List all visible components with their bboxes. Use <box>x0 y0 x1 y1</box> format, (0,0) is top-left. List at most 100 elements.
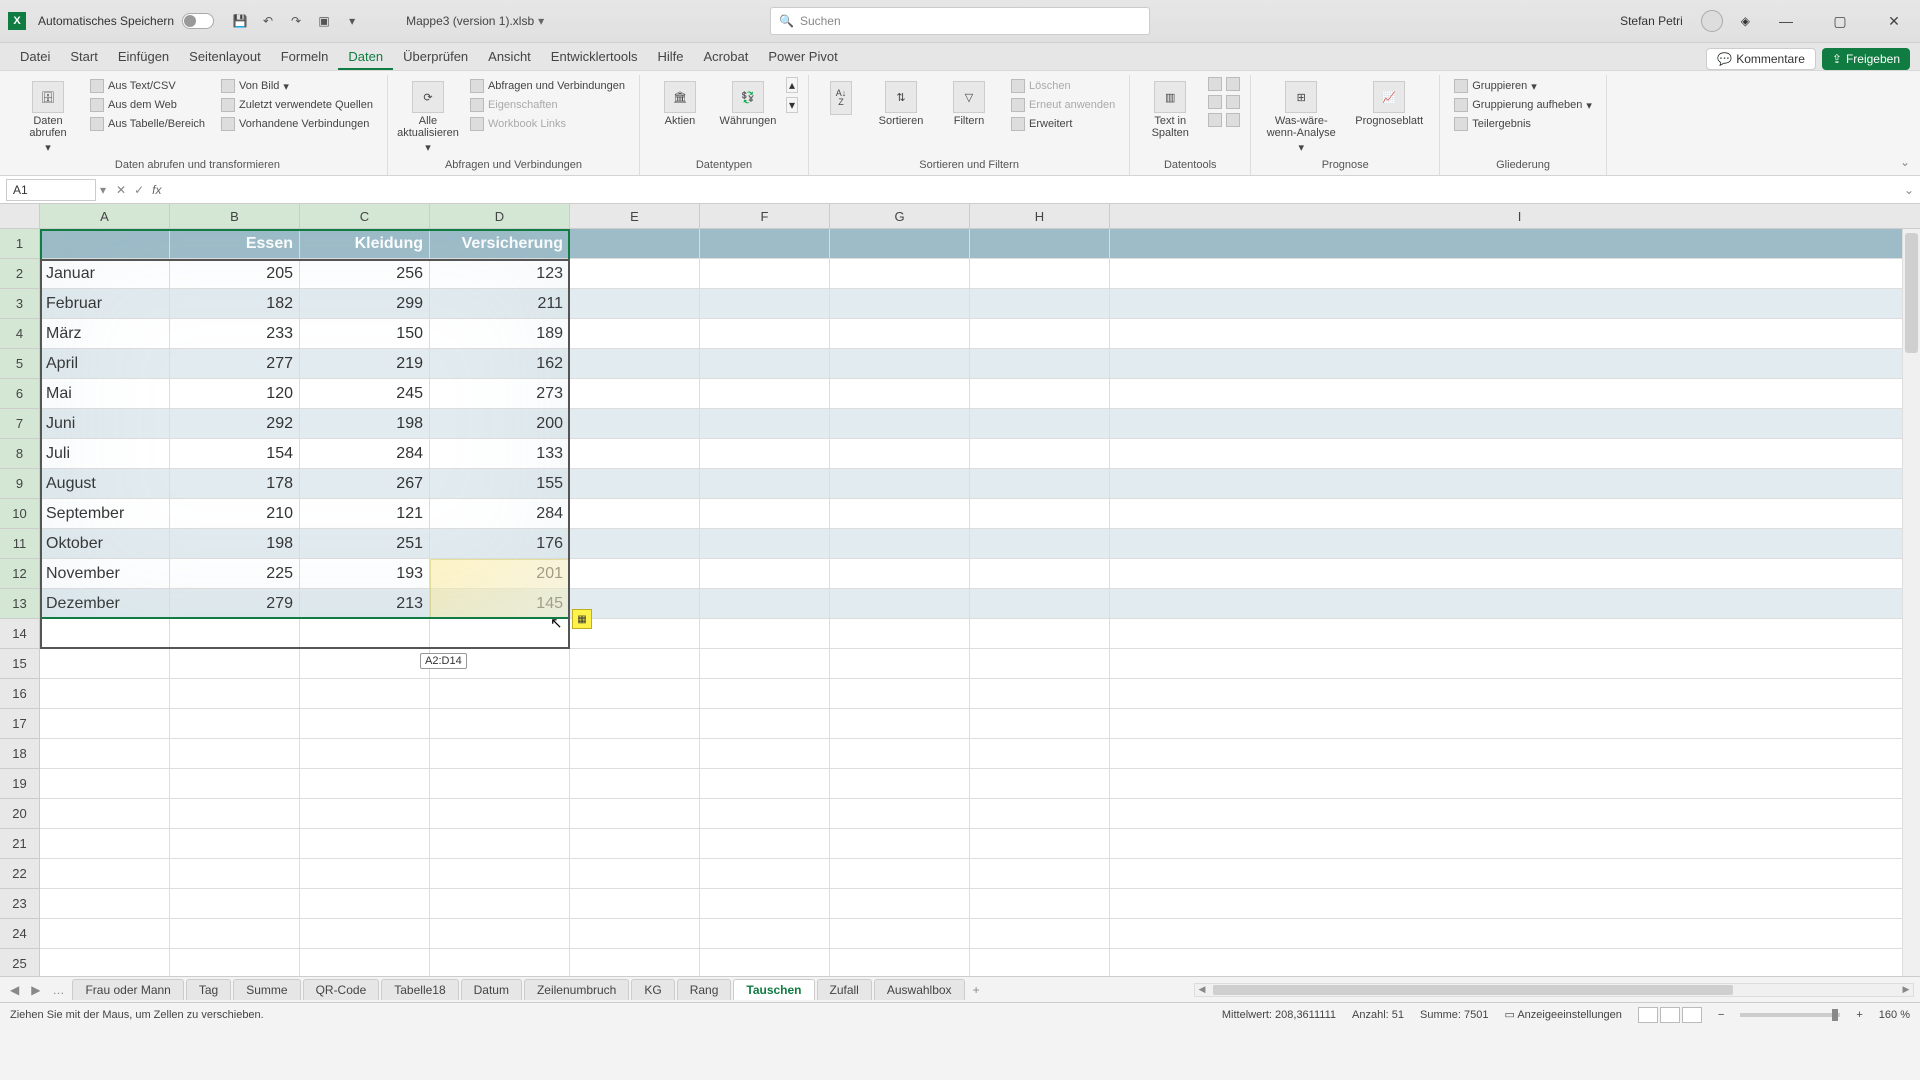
horizontal-scrollbar[interactable]: ◀ ▶ <box>1194 983 1914 997</box>
cell-F4[interactable] <box>700 319 830 349</box>
cell-H16[interactable] <box>970 679 1110 709</box>
cell-E7[interactable] <box>570 409 700 439</box>
cell-B14[interactable] <box>170 619 300 649</box>
cell-A11[interactable]: Oktober <box>40 529 170 559</box>
cell-B9[interactable]: 178 <box>170 469 300 499</box>
cell-F21[interactable] <box>700 829 830 859</box>
cell-C10[interactable]: 121 <box>300 499 430 529</box>
cell-I11[interactable] <box>1110 529 1920 559</box>
sheet-tab-auswahlbox[interactable]: Auswahlbox <box>874 979 965 1000</box>
cell-C3[interactable]: 299 <box>300 289 430 319</box>
cell-D5[interactable]: 162 <box>430 349 570 379</box>
cell-A15[interactable] <box>40 649 170 679</box>
row-header-22[interactable]: 22 <box>0 859 40 889</box>
minimize-icon[interactable]: — <box>1768 9 1804 33</box>
row-header-2[interactable]: 2 <box>0 259 40 289</box>
cell-G24[interactable] <box>830 919 970 949</box>
row-header-20[interactable]: 20 <box>0 799 40 829</box>
cell-E9[interactable] <box>570 469 700 499</box>
cell-F3[interactable] <box>700 289 830 319</box>
cell-B1[interactable]: Essen <box>170 229 300 259</box>
cell-H20[interactable] <box>970 799 1110 829</box>
cell-G16[interactable] <box>830 679 970 709</box>
cell-C23[interactable] <box>300 889 430 919</box>
cell-G12[interactable] <box>830 559 970 589</box>
ungroup-button[interactable]: Gruppierung aufheben ▾ <box>1450 96 1596 114</box>
name-box[interactable]: A1 <box>6 179 96 201</box>
cell-F1[interactable] <box>700 229 830 259</box>
cell-E17[interactable] <box>570 709 700 739</box>
zoom-slider[interactable] <box>1740 1013 1840 1017</box>
cell-H25[interactable] <box>970 949 1110 976</box>
cell-I1[interactable] <box>1110 229 1920 259</box>
cell-A21[interactable] <box>40 829 170 859</box>
tab-power pivot[interactable]: Power Pivot <box>758 45 847 70</box>
cell-G20[interactable] <box>830 799 970 829</box>
cell-I15[interactable] <box>1110 649 1920 679</box>
cell-I5[interactable] <box>1110 349 1920 379</box>
cell-B15[interactable] <box>170 649 300 679</box>
sort-az-button[interactable]: A↓Z <box>819 77 863 119</box>
cell-I6[interactable] <box>1110 379 1920 409</box>
cell-B7[interactable]: 292 <box>170 409 300 439</box>
undo-icon[interactable]: ↶ <box>258 11 278 31</box>
zoom-level[interactable]: 160 % <box>1879 1009 1910 1021</box>
currencies-button[interactable]: 💱Währungen <box>718 77 778 131</box>
cell-H18[interactable] <box>970 739 1110 769</box>
row-header-23[interactable]: 23 <box>0 889 40 919</box>
existing-connections-button[interactable]: Vorhandene Verbindungen <box>217 115 377 133</box>
sheet-tab-zeilenumbruch[interactable]: Zeilenumbruch <box>524 979 629 1000</box>
cell-F18[interactable] <box>700 739 830 769</box>
cell-D19[interactable] <box>430 769 570 799</box>
row-header-18[interactable]: 18 <box>0 739 40 769</box>
scroll-down-icon[interactable]: ▾ <box>786 97 798 113</box>
cell-B20[interactable] <box>170 799 300 829</box>
cell-H7[interactable] <box>970 409 1110 439</box>
cell-D21[interactable] <box>430 829 570 859</box>
cell-H23[interactable] <box>970 889 1110 919</box>
from-table-button[interactable]: Aus Tabelle/Bereich <box>86 115 209 133</box>
fill-handle-icon[interactable]: ▦ <box>572 609 592 629</box>
cell-H1[interactable] <box>970 229 1110 259</box>
cell-B23[interactable] <box>170 889 300 919</box>
tab-datei[interactable]: Datei <box>10 45 60 70</box>
sheet-tab-tauschen[interactable]: Tauschen <box>733 979 814 1000</box>
sheet-tab-frau-oder-mann[interactable]: Frau oder Mann <box>72 979 183 1000</box>
col-header-A[interactable]: A <box>40 204 170 229</box>
cell-grid[interactable]: EssenKleidungVersicherungJanuar205256123… <box>40 229 1920 976</box>
col-header-B[interactable]: B <box>170 204 300 229</box>
relationships-icon[interactable] <box>1208 113 1222 127</box>
tab-seitenlayout[interactable]: Seitenlayout <box>179 45 271 70</box>
cell-B21[interactable] <box>170 829 300 859</box>
cell-H8[interactable] <box>970 439 1110 469</box>
cell-E10[interactable] <box>570 499 700 529</box>
tab-start[interactable]: Start <box>60 45 107 70</box>
cell-A19[interactable] <box>40 769 170 799</box>
cell-B16[interactable] <box>170 679 300 709</box>
cell-H2[interactable] <box>970 259 1110 289</box>
cell-C2[interactable]: 256 <box>300 259 430 289</box>
cell-C5[interactable]: 219 <box>300 349 430 379</box>
cell-E2[interactable] <box>570 259 700 289</box>
cell-B4[interactable]: 233 <box>170 319 300 349</box>
cell-B11[interactable]: 198 <box>170 529 300 559</box>
cell-B6[interactable]: 120 <box>170 379 300 409</box>
cell-D10[interactable]: 284 <box>430 499 570 529</box>
row-header-4[interactable]: 4 <box>0 319 40 349</box>
cell-G23[interactable] <box>830 889 970 919</box>
row-header-25[interactable]: 25 <box>0 949 40 976</box>
row-header-8[interactable]: 8 <box>0 439 40 469</box>
tab-daten[interactable]: Daten <box>338 45 393 70</box>
row-header-1[interactable]: 1 <box>0 229 40 259</box>
scroll-thumb[interactable] <box>1905 233 1918 353</box>
row-header-16[interactable]: 16 <box>0 679 40 709</box>
cell-E5[interactable] <box>570 349 700 379</box>
collapse-ribbon-icon[interactable]: ⌄ <box>1900 155 1910 169</box>
cell-E1[interactable] <box>570 229 700 259</box>
sheet-tab-rang[interactable]: Rang <box>677 979 732 1000</box>
cell-C21[interactable] <box>300 829 430 859</box>
cell-C20[interactable] <box>300 799 430 829</box>
cell-E25[interactable] <box>570 949 700 976</box>
cell-F22[interactable] <box>700 859 830 889</box>
cell-G7[interactable] <box>830 409 970 439</box>
